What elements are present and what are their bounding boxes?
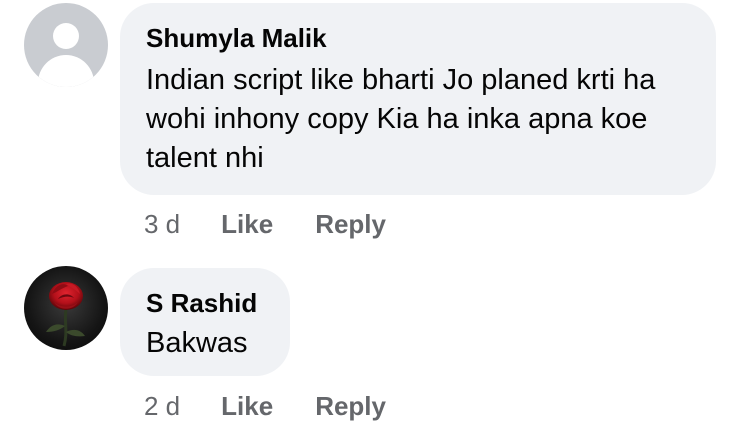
comment-author[interactable]: Shumyla Malik bbox=[146, 21, 690, 55]
comment-actions: 3 d Like Reply bbox=[144, 209, 386, 240]
comment-author[interactable]: S Rashid bbox=[146, 286, 264, 320]
comment-text: Indian script like bharti Jo planed krti… bbox=[146, 64, 656, 174]
like-button[interactable]: Like bbox=[221, 209, 273, 240]
comment-bubble: S Rashid Bakwas bbox=[120, 268, 290, 376]
like-button[interactable]: Like bbox=[221, 391, 273, 422]
red-rose-icon bbox=[46, 282, 85, 347]
reply-button[interactable]: Reply bbox=[315, 209, 386, 240]
comment-actions: 2 d Like Reply bbox=[144, 391, 386, 422]
avatar[interactable] bbox=[24, 3, 108, 87]
comment-timestamp[interactable]: 3 d bbox=[144, 209, 180, 240]
avatar[interactable] bbox=[24, 266, 108, 350]
comment-text: Bakwas bbox=[146, 327, 248, 359]
comment-bubble: Shumyla Malik Indian script like bharti … bbox=[120, 3, 716, 195]
reply-button[interactable]: Reply bbox=[315, 391, 386, 422]
comment-timestamp[interactable]: 2 d bbox=[144, 391, 180, 422]
